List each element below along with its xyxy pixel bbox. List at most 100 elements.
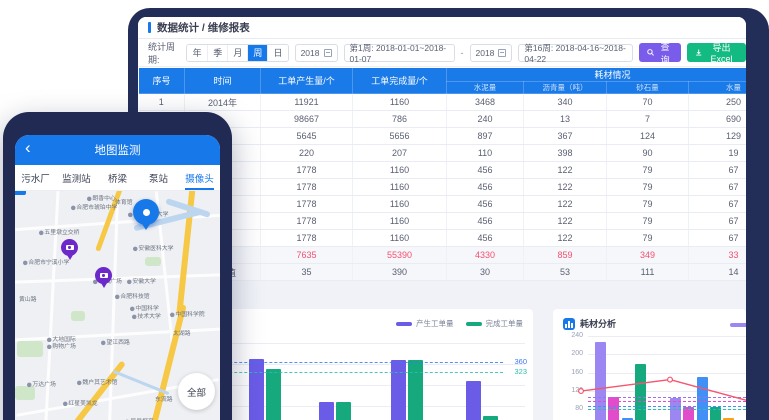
- table-cell: 90: [607, 145, 689, 162]
- phone-tab-泵站[interactable]: 泵站: [138, 165, 179, 190]
- period-option-周[interactable]: 周: [247, 45, 267, 61]
- table-cell: 456: [447, 179, 524, 196]
- map-label: 魏户其艺术馆: [77, 377, 118, 386]
- table-cell: 129: [689, 128, 747, 145]
- table-cell: 1160: [353, 94, 447, 111]
- sub-column-header: 水泥量: [447, 82, 524, 94]
- period-option-年[interactable]: 年: [187, 45, 207, 61]
- gridline: [588, 354, 746, 355]
- camera-pin[interactable]: [95, 267, 112, 284]
- week-start-field[interactable]: 第1周: 2018-01-01~2018-01-07: [344, 44, 455, 62]
- selected-camera-pin[interactable]: [133, 199, 159, 225]
- table-cell: 5656: [353, 128, 447, 145]
- table-cell: 690: [689, 111, 747, 128]
- map-label: 望江西路: [101, 337, 130, 346]
- legend-swatch: [466, 322, 482, 326]
- phone-tab-监测站[interactable]: 监测站: [56, 165, 97, 190]
- table-cell: 1778: [261, 162, 353, 179]
- year-start-select[interactable]: 2018: [295, 44, 338, 62]
- table-cell: 220: [261, 145, 353, 162]
- table-cell: 207: [353, 145, 447, 162]
- table-cell: 122: [524, 196, 607, 213]
- phone-tab-bar: 污水厂监测站桥梁泵站摄像头: [15, 165, 220, 191]
- table-cell: 67: [689, 196, 747, 213]
- table-cell: 122: [524, 179, 607, 196]
- table-cell: 122: [524, 230, 607, 247]
- table-cell: 11921: [261, 94, 353, 111]
- table-cell: 859: [524, 247, 607, 264]
- map-label: 五里墩立交桥: [39, 227, 80, 236]
- period-option-日[interactable]: 日: [267, 45, 287, 61]
- panel-expander[interactable]: ›: [15, 191, 26, 195]
- search-button[interactable]: 查询: [639, 43, 680, 62]
- calendar-icon: [324, 49, 332, 57]
- table-cell: 7635: [261, 247, 353, 264]
- table-cell: 786: [353, 111, 447, 128]
- map-label: 东流路: [155, 394, 173, 403]
- table-cell: 1160: [353, 179, 447, 196]
- table-cell: 19: [689, 145, 747, 162]
- map-label: 万达广场: [27, 379, 56, 388]
- calendar-icon: [498, 49, 506, 57]
- export-button-label: 导出Excel: [705, 41, 738, 64]
- legend-item[interactable]: 完成工单量: [466, 318, 524, 329]
- export-excel-button[interactable]: 导出Excel: [687, 43, 747, 62]
- reference-line: [588, 406, 746, 407]
- map-label: 技术大学: [132, 311, 161, 320]
- table-cell: 13: [524, 111, 607, 128]
- reference-line-label: 360: [514, 357, 527, 366]
- table-cell: 79: [607, 213, 689, 230]
- consumable-chart-plot: 2402001601208040: [553, 309, 746, 420]
- gridline: [588, 336, 746, 337]
- table-cell: 124: [607, 128, 689, 145]
- phone-tab-污水厂[interactable]: 污水厂: [15, 165, 56, 190]
- week-end-value: 第16周: 2018-04-16~2018-04-22: [524, 42, 627, 64]
- phone-tab-桥梁[interactable]: 桥梁: [97, 165, 138, 190]
- map-label: 红星美凯龙: [63, 398, 98, 407]
- y-axis-tick: 80: [561, 405, 583, 412]
- breadcrumb: 数据统计 / 维修报表: [157, 20, 250, 35]
- column-header: 工单完成量/个: [353, 68, 447, 94]
- table-cell: 7: [607, 111, 689, 128]
- table-cell: 1: [139, 94, 185, 111]
- map-label: 朗香中心: [87, 193, 116, 202]
- year-end-select[interactable]: 2018: [470, 44, 513, 62]
- map-label: 太湖路: [173, 328, 191, 337]
- table-cell: 53: [524, 264, 607, 281]
- week-end-field[interactable]: 第16周: 2018-04-16~2018-04-22: [518, 44, 633, 62]
- bar-完成工单量: [336, 402, 351, 420]
- period-segmented-control: 年季月周日: [186, 44, 288, 62]
- camera-pin[interactable]: [61, 239, 78, 256]
- map-label: 中国科学院: [170, 309, 205, 318]
- legend-item[interactable]: 产生工单量: [396, 318, 454, 329]
- table-cell: 110: [447, 145, 524, 162]
- period-option-月[interactable]: 月: [227, 45, 247, 61]
- table-cell: 367: [524, 128, 607, 145]
- back-chevron-icon[interactable]: ‹: [25, 138, 31, 158]
- table-cell: 1160: [353, 213, 447, 230]
- map-view[interactable]: › 朗香中心合肥市琥珀中学体育馆安徽交通大学五里墩立交桥安徽医科大学合肥市宁溪小…: [15, 191, 220, 420]
- phone-tab-摄像头[interactable]: 摄像头: [179, 165, 220, 190]
- table-cell: 1778: [261, 213, 353, 230]
- sub-column-header: 水量: [689, 82, 747, 94]
- show-all-button[interactable]: 全部: [178, 373, 215, 410]
- period-option-季[interactable]: 季: [207, 45, 227, 61]
- table-cell: 5645: [261, 128, 353, 145]
- reference-line-label: 323: [514, 367, 527, 376]
- table-cell: 456: [447, 196, 524, 213]
- bar-完成工单量: [483, 416, 498, 420]
- table-cell: 1778: [261, 230, 353, 247]
- phone-header: ‹ 地图监测: [15, 135, 220, 165]
- map-label: 合肥市宁溪小学: [23, 257, 69, 266]
- table-cell: 33: [689, 247, 747, 264]
- table-cell: 897: [447, 128, 524, 145]
- table-cell: 67: [689, 162, 747, 179]
- map-label: 安徽医科大学: [133, 243, 174, 252]
- gridline: [588, 373, 746, 374]
- table-cell: 1778: [261, 196, 353, 213]
- table-row: 98667786240137690: [139, 111, 747, 128]
- y-axis-tick: 240: [561, 332, 583, 339]
- table-cell: 70: [607, 94, 689, 111]
- period-label: 统计周期:: [148, 40, 180, 66]
- map-label: 购物广场: [47, 341, 76, 350]
